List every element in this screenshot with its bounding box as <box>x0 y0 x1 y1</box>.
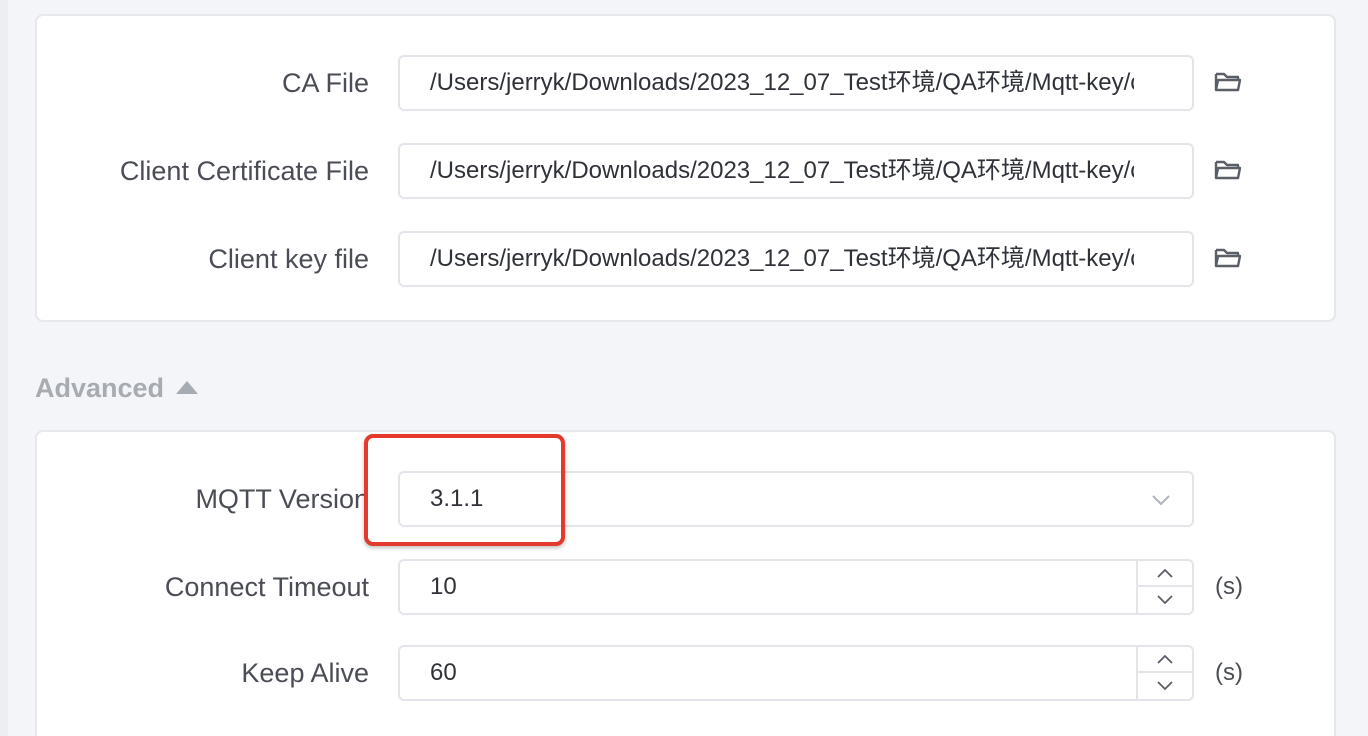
client-key-label: Client key file <box>208 244 369 274</box>
chevron-up-icon <box>1157 654 1173 664</box>
client-cert-input[interactable]: /Users/jerryk/Downloads/2023_12_07_Test环… <box>398 143 1194 199</box>
chevron-down-icon <box>1157 595 1173 605</box>
connect-timeout-value: 10 <box>430 573 457 600</box>
folder-open-icon[interactable] <box>1213 67 1243 97</box>
mqtt-version-row: MQTT Version 3.1.1 <box>37 471 1334 527</box>
advanced-section-title: Advanced <box>35 373 165 403</box>
connect-timeout-label: Connect Timeout <box>164 572 369 602</box>
folder-open-icon[interactable] <box>1213 155 1243 185</box>
keep-alive-stepper <box>1136 647 1192 699</box>
advanced-card: MQTT Version 3.1.1 Connect Timeout 10 (s… <box>35 430 1336 736</box>
keep-alive-label: Keep Alive <box>241 658 369 688</box>
advanced-section-toggle[interactable]: Advanced <box>35 368 199 408</box>
keep-alive-row: Keep Alive 60 (s) <box>37 645 1334 701</box>
connection-settings-page: CA File /Users/jerryk/Downloads/2023_12_… <box>0 0 1368 736</box>
keep-alive-value: 60 <box>430 659 457 686</box>
connect-timeout-row: Connect Timeout 10 (s) <box>37 559 1334 615</box>
mqtt-version-value: 3.1.1 <box>430 485 484 512</box>
increment-button[interactable] <box>1138 561 1192 587</box>
keep-alive-unit: (s) <box>1215 659 1243 686</box>
client-cert-row: Client Certificate File /Users/jerryk/Do… <box>37 143 1334 199</box>
client-key-path: /Users/jerryk/Downloads/2023_12_07_Test环… <box>430 245 1134 272</box>
increment-button[interactable] <box>1138 647 1192 673</box>
connect-timeout-unit: (s) <box>1215 573 1243 600</box>
client-key-row: Client key file /Users/jerryk/Downloads/… <box>37 231 1334 287</box>
decrement-button[interactable] <box>1138 587 1192 613</box>
chevron-down-icon <box>1152 495 1170 506</box>
mqtt-version-label: MQTT Version <box>195 484 369 514</box>
client-key-input[interactable]: /Users/jerryk/Downloads/2023_12_07_Test环… <box>398 231 1194 287</box>
mqtt-version-select[interactable]: 3.1.1 <box>398 471 1194 527</box>
left-sidebar-edge <box>0 0 8 736</box>
client-cert-label: Client Certificate File <box>119 156 369 186</box>
ca-file-path: /Users/jerryk/Downloads/2023_12_07_Test环… <box>430 69 1134 96</box>
connect-timeout-stepper <box>1136 561 1192 613</box>
chevron-down-icon <box>1157 681 1173 691</box>
chevron-up-icon <box>1157 568 1173 578</box>
keep-alive-input[interactable]: 60 <box>398 645 1194 701</box>
folder-open-icon[interactable] <box>1213 243 1243 273</box>
client-cert-path: /Users/jerryk/Downloads/2023_12_07_Test环… <box>430 157 1134 184</box>
caret-up-icon <box>176 380 199 394</box>
ca-file-input[interactable]: /Users/jerryk/Downloads/2023_12_07_Test环… <box>398 55 1194 111</box>
ca-file-row: CA File /Users/jerryk/Downloads/2023_12_… <box>37 55 1334 111</box>
ca-file-label: CA File <box>281 68 369 98</box>
connect-timeout-input[interactable]: 10 <box>398 559 1194 615</box>
decrement-button[interactable] <box>1138 673 1192 699</box>
certificates-card: CA File /Users/jerryk/Downloads/2023_12_… <box>35 14 1336 322</box>
